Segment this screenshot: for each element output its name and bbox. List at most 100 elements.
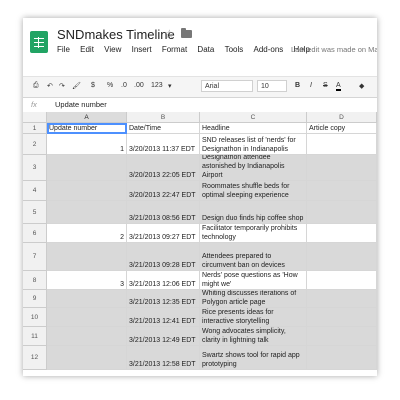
menu-addons[interactable]: Add-ons <box>253 45 283 54</box>
cell-a12[interactable] <box>47 346 127 370</box>
cell-c10[interactable]: Rice presents ideas for interactive stor… <box>200 308 307 327</box>
cell-d10[interactable] <box>307 308 377 327</box>
cell-c2[interactable]: SND releases list of 'nerds' for Designa… <box>200 134 307 155</box>
column-header-c[interactable]: C <box>200 112 307 123</box>
row-header[interactable]: 2 <box>23 134 47 155</box>
table-row: 2 1 3/20/2013 11:37 EDT SND releases list o… <box>23 134 377 155</box>
star-icon[interactable]: ☆ <box>164 27 175 41</box>
cell-d3[interactable] <box>307 155 377 181</box>
cell-b7[interactable]: 3/21/2013 09:28 EDT <box>127 243 200 271</box>
redo-icon[interactable]: ↷ <box>59 82 65 90</box>
cell-c3[interactable]: Designathon attendee astonished by India… <box>200 155 307 181</box>
cell-c11[interactable]: Wong advocates simplicity, clarity in li… <box>200 327 307 346</box>
cell-b2[interactable]: 3/20/2013 11:37 EDT <box>127 134 200 155</box>
font-select[interactable]: Arial <box>201 80 253 92</box>
cell-a5[interactable] <box>47 201 127 224</box>
cell-b11[interactable]: 3/21/2013 12:49 EDT <box>127 327 200 346</box>
row-header[interactable]: 12 <box>23 346 47 370</box>
row-header[interactable]: 8 <box>23 271 47 290</box>
chevron-down-icon[interactable]: ▾ <box>168 82 172 90</box>
cell-c9[interactable]: Whiting discusses iterations of Polygon … <box>200 290 307 308</box>
cell-d2[interactable] <box>307 134 377 155</box>
decrease-decimal-button[interactable]: .0 <box>121 82 127 89</box>
cell-c8[interactable]: Nerds' pose questions as 'How might we' <box>200 271 307 290</box>
select-all-corner[interactable] <box>23 112 47 123</box>
strikethrough-button[interactable]: S <box>323 82 328 89</box>
row-header[interactable]: 10 <box>23 308 47 327</box>
cell-b9[interactable]: 3/21/2013 12:35 EDT <box>127 290 200 308</box>
more-formats-button[interactable]: 123 <box>151 82 163 89</box>
column-header-a[interactable]: A <box>47 112 127 123</box>
cell-a11[interactable] <box>47 327 127 346</box>
cell-d5[interactable] <box>307 201 377 224</box>
row-header[interactable]: 1 <box>23 123 47 134</box>
row-header[interactable]: 9 <box>23 290 47 308</box>
row-header[interactable]: 6 <box>23 224 47 243</box>
row-header[interactable]: 4 <box>23 181 47 201</box>
font-size-select[interactable]: 10 <box>257 80 287 92</box>
text-color-button[interactable]: A <box>336 82 341 91</box>
folder-icon[interactable] <box>181 28 192 38</box>
bold-button[interactable]: B <box>295 82 300 89</box>
cell-b5[interactable]: 3/21/2013 08:56 EDT <box>127 201 200 224</box>
column-header-b[interactable]: B <box>127 112 200 123</box>
cell-b1[interactable]: Date/Time <box>127 123 200 134</box>
document-title[interactable]: SNDmakes Timeline <box>57 27 175 42</box>
cell-a2[interactable]: 1 <box>47 134 127 155</box>
cell-d1[interactable]: Article copy <box>307 123 377 134</box>
row-header[interactable]: 11 <box>23 327 47 346</box>
currency-button[interactable]: $ <box>91 82 95 89</box>
cell-a4[interactable] <box>47 181 127 201</box>
last-edit-link[interactable]: Last edit was made on Ma <box>291 45 377 54</box>
row-header[interactable]: 3 <box>23 155 47 181</box>
cell-d4[interactable] <box>307 181 377 201</box>
row-header[interactable]: 5 <box>23 201 47 224</box>
cell-a8[interactable]: 3 <box>47 271 127 290</box>
row-header[interactable]: 7 <box>23 243 47 271</box>
menu-tools[interactable]: Tools <box>225 45 244 54</box>
cell-a1[interactable]: Update number <box>47 123 127 134</box>
undo-icon[interactable]: ↶ <box>47 82 53 90</box>
cell-a6[interactable]: 2 <box>47 224 127 243</box>
formula-input[interactable]: Update number <box>55 100 107 109</box>
cell-d11[interactable] <box>307 327 377 346</box>
cell-d9[interactable] <box>307 290 377 308</box>
italic-button[interactable]: I <box>310 82 312 89</box>
cell-c1[interactable]: Headline <box>200 123 307 134</box>
percent-button[interactable]: % <box>107 82 113 89</box>
menu-view[interactable]: View <box>104 45 121 54</box>
increase-decimal-button[interactable]: .00 <box>134 82 144 89</box>
column-header-d[interactable]: D <box>307 112 377 123</box>
cell-c4[interactable]: Roommates shuffle beds for optimal sleep… <box>200 181 307 201</box>
table-row: 10 3/21/2013 12:41 EDT Rice presents ideas… <box>23 308 377 327</box>
cell-c6[interactable]: Facilitator temporarily prohibits techno… <box>200 224 307 243</box>
cell-a3[interactable] <box>47 155 127 181</box>
cell-d12[interactable] <box>307 346 377 370</box>
fill-color-icon[interactable]: ◆ <box>359 82 364 90</box>
paint-format-icon[interactable]: 🖌 <box>72 82 81 90</box>
menu-edit[interactable]: Edit <box>80 45 94 54</box>
menu-file[interactable]: File <box>57 45 70 54</box>
table-row: 3 3/20/2013 22:05 EDT Designathon attendee… <box>23 155 377 181</box>
cell-a9[interactable] <box>47 290 127 308</box>
cell-d7[interactable] <box>307 243 377 271</box>
print-icon[interactable]: ⎙ <box>33 82 39 90</box>
menu-bar: File Edit View Insert Format Data Tools … <box>57 45 318 59</box>
cell-c5[interactable]: Design duo finds hip coffee shop <box>200 201 307 224</box>
cell-d6[interactable] <box>307 224 377 243</box>
menu-data[interactable]: Data <box>197 45 214 54</box>
cell-a10[interactable] <box>47 308 127 327</box>
cell-c12[interactable]: Swartz shows tool for rapid app prototyp… <box>200 346 307 370</box>
cell-b6[interactable]: 3/21/2013 09:27 EDT <box>127 224 200 243</box>
cell-a7[interactable] <box>47 243 127 271</box>
menu-format[interactable]: Format <box>162 45 187 54</box>
cell-c7[interactable]: Attendees prepared to circumvent ban on … <box>200 243 307 271</box>
menu-insert[interactable]: Insert <box>132 45 152 54</box>
cell-b4[interactable]: 3/20/2013 22:47 EDT <box>127 181 200 201</box>
cell-b12[interactable]: 3/21/2013 12:58 EDT <box>127 346 200 370</box>
sheets-logo-icon[interactable] <box>30 31 48 53</box>
cell-d8[interactable] <box>307 271 377 290</box>
cell-b3[interactable]: 3/20/2013 22:05 EDT <box>127 155 200 181</box>
cell-b8[interactable]: 3/21/2013 12:06 EDT <box>127 271 200 290</box>
cell-b10[interactable]: 3/21/2013 12:41 EDT <box>127 308 200 327</box>
